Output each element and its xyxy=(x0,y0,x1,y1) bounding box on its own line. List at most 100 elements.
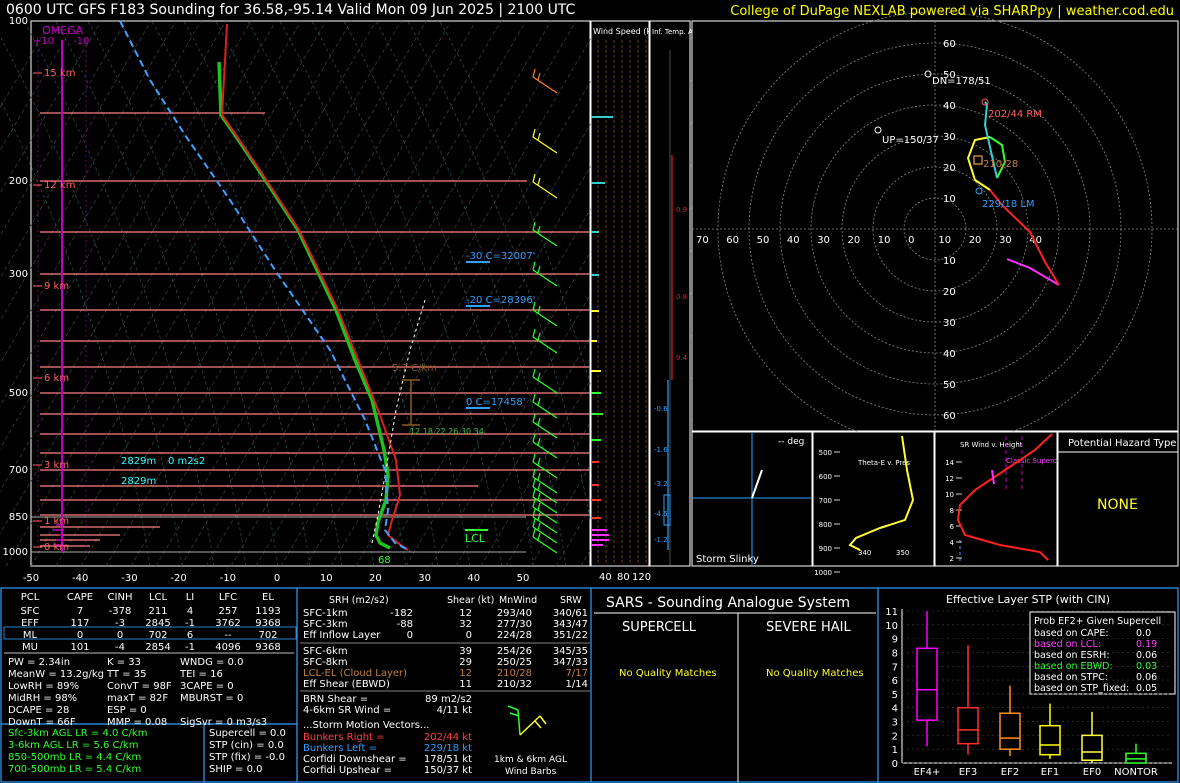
parcel-cell: 101 xyxy=(70,642,89,653)
kinematic-label: Eff Inflow Layer xyxy=(303,630,381,641)
adv-val-3: 0.4 xyxy=(676,354,688,362)
parcel-cell: -378 xyxy=(109,606,132,617)
prob-label: based on CAPE: xyxy=(1034,628,1109,639)
hodo-ring-label: 60 xyxy=(943,39,956,50)
kinematics-table: SRH (m2/s2) Shear (kt) MnWind SRW SFC-1km -18… xyxy=(300,595,590,776)
kinematic-shear: 29 xyxy=(459,657,472,668)
composite-param: STP (cin) = 0.0 xyxy=(209,740,284,751)
sounding-canvas: OMEGA +10 -10 15 km12 km9 km6 km3 km1 km… xyxy=(0,11,1179,783)
kinematic-label: SFC-1km xyxy=(303,608,348,619)
hazard-title: Potential Hazard Type xyxy=(1068,438,1176,449)
hodo-ring-label: 20 xyxy=(943,163,956,174)
hodo-x-label: 10 xyxy=(938,235,951,246)
srw-title: SR Wind v. Height xyxy=(960,441,1023,449)
kinematic-label: SFC-8km xyxy=(303,657,348,668)
stp-box xyxy=(916,647,938,721)
slinky-deg: -- deg xyxy=(778,437,804,447)
temperature-tick: 0 xyxy=(274,573,280,584)
prob-value: 0.06 xyxy=(1136,672,1157,683)
sars-hail: SEVERE HAIL xyxy=(766,620,851,635)
stp-title: Effective Layer STP (with CIN) xyxy=(946,593,1110,606)
parcel-header: EL xyxy=(262,592,274,603)
srw-height-tick: 6 xyxy=(950,523,955,531)
kinematic-header: MnWind xyxy=(499,595,537,606)
kinematic-srw: 7/17 xyxy=(566,668,588,679)
kinematic-srw: 345/35 xyxy=(553,646,588,657)
eff-inflow-top: 2829m xyxy=(121,456,156,467)
eff-inflow-bottom: 2829m xyxy=(121,476,156,487)
kinematic-shear: 39 xyxy=(459,646,472,657)
slinky-title: Storm Slinky xyxy=(696,554,759,565)
pressure-tick: 700 xyxy=(9,465,28,476)
composite-param: STP (fix) = -0.0 xyxy=(209,752,285,763)
stp-category-label: EF4+ xyxy=(914,767,941,778)
theta-pres-tick: 900 xyxy=(819,545,832,553)
hodo-x-label: 70 xyxy=(696,235,709,246)
temperature-tick: 10 xyxy=(320,573,333,584)
theta-pres-tick: 1000 xyxy=(814,569,832,577)
kinematic-srw: 347/33 xyxy=(553,657,588,668)
theta-pres-tick: 700 xyxy=(819,497,832,505)
hodo-x-label: 40 xyxy=(787,235,800,246)
height-label: 3 km xyxy=(44,460,69,471)
parcel-cell: 9368 xyxy=(255,642,280,653)
ws-tick-80: 80 xyxy=(617,572,630,583)
srw-height-tick: 12 xyxy=(945,475,954,483)
dgz-temps: 12 18 22 26 30 34 xyxy=(410,427,484,436)
theta-pres-tick: 800 xyxy=(819,521,832,529)
lapse-rate: Sfc-3km AGL LR = 4.0 C/km xyxy=(8,728,147,739)
storm-motion-value: 150/37 kt xyxy=(424,765,472,776)
kinematic-mnwind: 254/26 xyxy=(497,646,532,657)
stp-y-tick: 4 xyxy=(892,704,898,715)
stp-category-label: EF0 xyxy=(1083,767,1101,778)
index-value: ESP = 0 xyxy=(107,705,147,716)
hodograph-panel: 10102020303040405050606070 60 50 40 30 20 10 0 1… xyxy=(691,11,1179,447)
kinematic-srh: -182 xyxy=(390,608,413,619)
kinematic-label: LCL-EL (Cloud Layer) xyxy=(303,668,407,679)
adv-val-1: 0.9 xyxy=(676,206,687,214)
adv-val-8: -1.2 xyxy=(654,536,668,544)
kinematic-shear: 12 xyxy=(459,668,472,679)
barb-1km-flag xyxy=(539,715,547,725)
hazard-panel: Potential Hazard Type NONE xyxy=(1057,431,1179,567)
parcel-header: LI xyxy=(186,592,195,603)
index-value: TEI = 16 xyxy=(179,669,223,680)
srw-height-tick: 10 xyxy=(945,491,954,499)
parcel-header: LCL xyxy=(149,592,168,603)
temperature-tick: 40 xyxy=(467,573,480,584)
kinematic-shear: 0 xyxy=(466,630,472,641)
srw-height-tick: 14 xyxy=(945,459,954,467)
theta-pres-tick: 600 xyxy=(819,473,832,481)
stp-box xyxy=(957,706,979,745)
temperature-tick: -10 xyxy=(220,573,236,584)
stp-category-label: EF1 xyxy=(1041,767,1059,778)
stp-y-tick: 10 xyxy=(885,621,898,632)
storm-motion-label: Corfidi Downshear = xyxy=(303,754,407,765)
rm-label: 202/44 RM xyxy=(988,109,1042,120)
hodo-x-label: 0 xyxy=(908,235,914,246)
srw-height-tick: 4 xyxy=(950,539,955,547)
index-value: DCAPE = 28 xyxy=(8,705,69,716)
parcel-cell: 4096 xyxy=(215,642,240,653)
temperature-tick: 30 xyxy=(418,573,431,584)
parcel-header: CINH xyxy=(108,592,133,603)
omega-tick-pos: +10 xyxy=(33,36,54,47)
wind-speed-frame xyxy=(590,20,650,567)
sars-panel: SARS - Sounding Analogue System SUPERCEL… xyxy=(594,595,876,782)
hazard-value: NONE xyxy=(1097,497,1138,513)
index-value: MMP = 0.08 xyxy=(107,717,167,728)
hodo-x-label: 60 xyxy=(726,235,739,246)
kinematic-header: SRH (m2/s2) xyxy=(329,595,389,606)
index-value: WNDG = 0.0 xyxy=(180,657,243,668)
pressure-tick: 850 xyxy=(9,512,28,523)
mean-wind-label: 210/28 xyxy=(983,159,1018,170)
lapse-rates: Sfc-3km AGL LR = 4.0 C/km3-6km AGL LR = … xyxy=(8,728,147,775)
sars-hail-result: No Quality Matches xyxy=(766,668,864,679)
index-value: SigSvr = 0 m3/s3 xyxy=(180,717,267,728)
prob-rows: based on CAPE: 0.0 based on LCL: 0.19 based … xyxy=(1034,628,1157,694)
hodo-x-label: 30 xyxy=(999,235,1012,246)
stp-y-tick: 0 xyxy=(892,759,898,770)
kinematic-label: Eff Shear (EBWD) xyxy=(303,679,390,690)
sars-supercell-result: No Quality Matches xyxy=(619,668,717,679)
pressure-tick: 1000 xyxy=(3,547,28,558)
